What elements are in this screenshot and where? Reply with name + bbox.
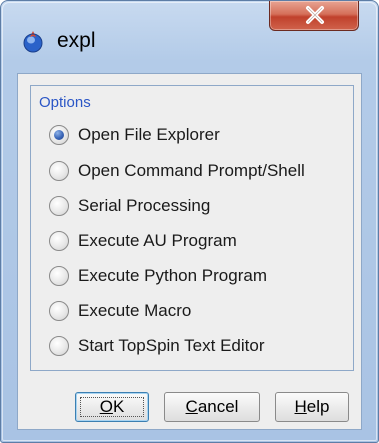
topspin-logo-icon xyxy=(21,29,45,53)
radio-label: Execute Python Program xyxy=(78,266,267,285)
radio-execute-python-program[interactable]: Execute Python Program xyxy=(49,263,267,289)
radio-label: Start TopSpin Text Editor xyxy=(78,336,265,355)
radio-button-icon[interactable] xyxy=(49,196,69,216)
radio-execute-macro[interactable]: Execute Macro xyxy=(49,298,191,324)
radio-serial-processing[interactable]: Serial Processing xyxy=(49,193,210,219)
options-group-title: Options xyxy=(39,94,91,111)
radio-open-file-explorer[interactable]: Open File Explorer xyxy=(49,122,220,148)
options-group: Options Open File Explorer Open Command … xyxy=(30,85,354,371)
cancel-button[interactable]: Cancel xyxy=(164,392,260,422)
radio-button-icon[interactable] xyxy=(49,336,69,356)
dialog-content: Options Open File Explorer Open Command … xyxy=(17,73,362,430)
help-button[interactable]: Help xyxy=(275,392,349,422)
help-label-rest: elp xyxy=(306,397,330,416)
radio-button-icon[interactable] xyxy=(49,266,69,286)
window-title: expl xyxy=(57,29,96,52)
radio-start-text-editor[interactable]: Start TopSpin Text Editor xyxy=(49,333,264,359)
close-button[interactable] xyxy=(269,1,359,31)
radio-open-command-prompt[interactable]: Open Command Prompt/Shell xyxy=(49,158,305,184)
ok-label-rest: K xyxy=(112,397,125,416)
radio-label: Execute AU Program xyxy=(78,231,237,250)
cancel-accel: C xyxy=(185,397,198,416)
help-accel: H xyxy=(294,397,307,416)
close-icon xyxy=(306,6,324,24)
radio-label: Serial Processing xyxy=(78,196,211,215)
radio-button-icon[interactable] xyxy=(49,125,69,145)
cancel-label-rest: ancel xyxy=(197,397,239,416)
ok-accel: O xyxy=(99,397,113,416)
radio-button-icon[interactable] xyxy=(49,161,69,181)
ok-button[interactable]: OK xyxy=(75,392,149,422)
radio-label: Execute Macro xyxy=(78,301,192,320)
radio-execute-au-program[interactable]: Execute AU Program xyxy=(49,228,237,254)
dialog-window: expl Options Open File Explorer Open Com… xyxy=(0,0,379,443)
radio-button-icon[interactable] xyxy=(49,301,69,321)
radio-label: Open Command Prompt/Shell xyxy=(78,161,305,180)
title-bar[interactable]: expl xyxy=(1,1,378,69)
radio-label: Open File Explorer xyxy=(78,125,220,144)
radio-button-icon[interactable] xyxy=(49,231,69,251)
